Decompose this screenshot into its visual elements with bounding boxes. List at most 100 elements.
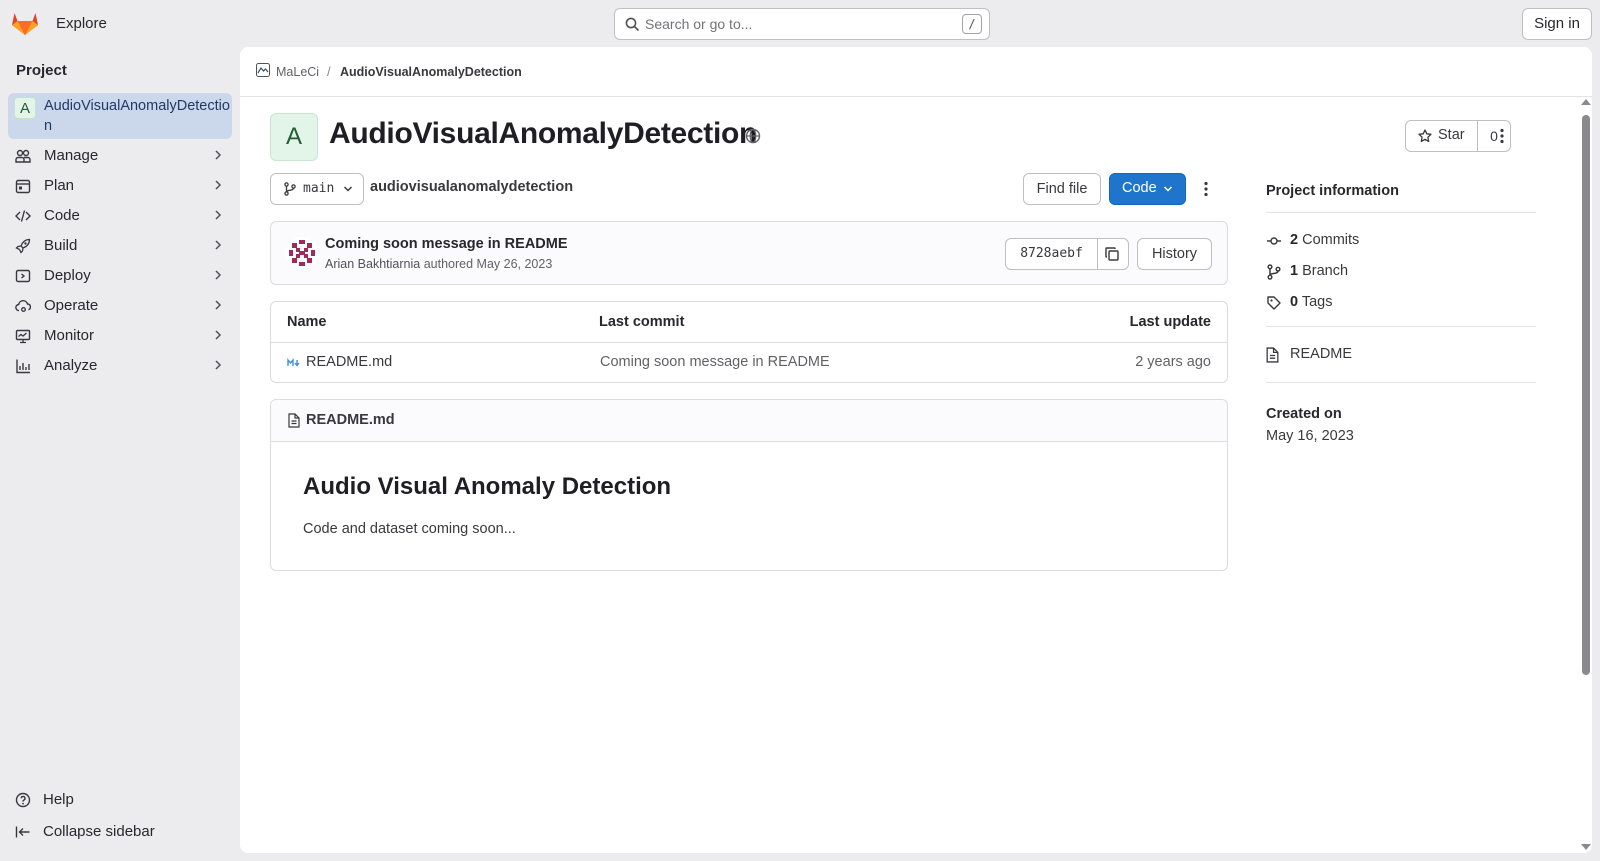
created-on-label: Created on — [1266, 406, 1342, 422]
repo-path-link[interactable]: audiovisualanomalydetection — [370, 179, 573, 195]
document-icon — [1266, 347, 1279, 363]
breadcrumb-project-link[interactable]: AudioVisualAnomalyDetection — [340, 65, 522, 79]
readme-link-label: README — [1290, 346, 1353, 362]
sidebar-item-label: Manage — [44, 147, 99, 164]
commit-sha-link[interactable]: 8728aebf — [1006, 239, 1098, 269]
page-title: AudioVisualAnomalyDetection — [329, 117, 758, 150]
commits-count: 2 — [1290, 232, 1299, 248]
file-table: Name Last commit Last update README.md C… — [270, 301, 1228, 383]
chevron-down-icon — [1163, 184, 1173, 194]
chevron-right-icon — [212, 299, 224, 311]
sidebar-item-analyze[interactable]: Analyze — [8, 351, 232, 381]
sidebar-item-label: Plan — [44, 177, 75, 194]
tags-label: Tags — [1301, 294, 1333, 310]
search-shortcut-key: / — [962, 14, 982, 34]
sidebar-item-deploy[interactable]: Deploy — [8, 261, 232, 291]
vertical-scrollbar[interactable] — [1579, 97, 1592, 853]
sidebar-item-manage[interactable]: Manage — [8, 141, 232, 171]
history-button[interactable]: History — [1137, 238, 1212, 270]
sidebar-item-monitor[interactable]: Monitor — [8, 321, 232, 351]
question-icon — [15, 792, 31, 808]
sidebar-item-code[interactable]: Code — [8, 201, 232, 231]
commits-link[interactable]: 2 Commits — [1266, 230, 1536, 252]
chevron-right-icon — [212, 149, 224, 161]
column-header-name: Name — [287, 314, 327, 330]
branches-link[interactable]: 1 Branch — [1266, 261, 1536, 283]
sidebar-item-label: Deploy — [44, 267, 91, 284]
collapse-left-icon — [15, 824, 31, 840]
commit-date: May 26, 2023 — [476, 257, 553, 271]
readme-panel: README.md Audio Visual Anomaly Detection… — [270, 399, 1228, 571]
created-on-date: May 16, 2023 — [1266, 428, 1354, 444]
project-avatar: A — [14, 97, 36, 119]
author-avatar[interactable] — [286, 237, 318, 269]
sidebar-item-label: Code — [44, 207, 80, 224]
sidebar-item-operate[interactable]: Operate — [8, 291, 232, 321]
sidebar-item-plan[interactable]: Plan — [8, 171, 232, 201]
commit-message-link[interactable]: Coming soon message in README — [325, 236, 568, 252]
scroll-up-arrow[interactable] — [1581, 99, 1591, 105]
star-button[interactable]: Star — [1406, 121, 1478, 151]
document-icon — [288, 413, 300, 428]
sidebar-item-label: Monitor — [44, 327, 95, 344]
divider — [1266, 382, 1536, 383]
collapse-sidebar-label: Collapse sidebar — [43, 823, 155, 840]
search-input[interactable]: Search or go to... / — [614, 8, 990, 40]
readme-filename-link[interactable]: README.md — [306, 412, 395, 428]
readme-body: Code and dataset coming soon... — [303, 521, 516, 537]
commit-authored-text: authored — [423, 257, 474, 271]
column-header-last-commit: Last commit — [599, 314, 685, 330]
scrollbar-thumb[interactable] — [1582, 115, 1590, 675]
commit-author-link[interactable]: Arian Bakhtiarnia — [325, 257, 420, 271]
sign-in-button[interactable]: Sign in — [1522, 8, 1592, 40]
rocket-icon — [15, 238, 31, 254]
table-row[interactable]: README.md Coming soon message in README … — [271, 343, 1227, 383]
chevron-right-icon — [212, 269, 224, 281]
sidebar: Project A AudioVisualAnomalyDetection Ma… — [0, 47, 240, 861]
collapse-sidebar-button[interactable]: Collapse sidebar — [8, 817, 232, 847]
readme-header: README.md — [271, 400, 1227, 442]
explore-link[interactable]: Explore — [56, 15, 107, 32]
tag-icon — [1266, 295, 1282, 311]
search-icon — [625, 17, 639, 31]
commit-sha-group: 8728aebf — [1005, 238, 1129, 270]
help-button[interactable]: Help — [8, 785, 232, 815]
project-information-title: Project information — [1266, 183, 1399, 199]
sidebar-item-label: Build — [44, 237, 78, 254]
branch-count: 1 — [1290, 263, 1299, 279]
branch-name: main — [303, 181, 335, 196]
sidebar-item-label: Operate — [44, 297, 99, 314]
readme-link[interactable]: README — [1266, 344, 1536, 366]
gitlab-logo-icon[interactable] — [11, 10, 39, 36]
cloud-gear-icon — [15, 298, 31, 314]
divider — [1266, 326, 1536, 327]
tags-count: 0 — [1290, 294, 1299, 310]
chart-icon — [15, 358, 31, 374]
table-header: Name Last commit Last update — [271, 302, 1227, 343]
repo-actions-kebab-icon[interactable] — [1198, 181, 1214, 197]
chevron-right-icon — [212, 239, 224, 251]
sidebar-heading: Project — [16, 62, 67, 79]
tags-link[interactable]: 0 Tags — [1266, 292, 1536, 314]
branch-icon — [283, 182, 297, 196]
sidebar-project-name: AudioVisualAnomalyDetection — [44, 98, 230, 134]
breadcrumb-group-link[interactable]: MaLeCi — [276, 65, 319, 79]
file-last-commit-link[interactable]: Coming soon message in README — [600, 354, 830, 370]
chevron-right-icon — [212, 329, 224, 341]
copy-icon[interactable] — [1104, 246, 1120, 262]
branch-selector[interactable]: main — [270, 173, 364, 205]
chevron-down-icon — [343, 184, 353, 194]
main-panel: MaLeCi / AudioVisualAnomalyDetection A A… — [240, 47, 1592, 853]
deployments-icon — [15, 268, 31, 284]
top-bar: Explore Search or go to... / Sign in — [0, 0, 1600, 47]
sidebar-item-build[interactable]: Build — [8, 231, 232, 261]
find-file-button[interactable]: Find file — [1023, 173, 1101, 205]
sidebar-item-project[interactable]: A AudioVisualAnomalyDetection — [8, 93, 232, 139]
code-button-label: Code — [1122, 180, 1157, 196]
monitor-icon — [15, 328, 31, 344]
markdown-icon — [287, 358, 301, 368]
project-actions-kebab-icon[interactable] — [1494, 128, 1510, 144]
scroll-down-arrow[interactable] — [1581, 844, 1591, 850]
file-name-link[interactable]: README.md — [306, 354, 392, 370]
code-dropdown-button[interactable]: Code — [1109, 173, 1186, 205]
